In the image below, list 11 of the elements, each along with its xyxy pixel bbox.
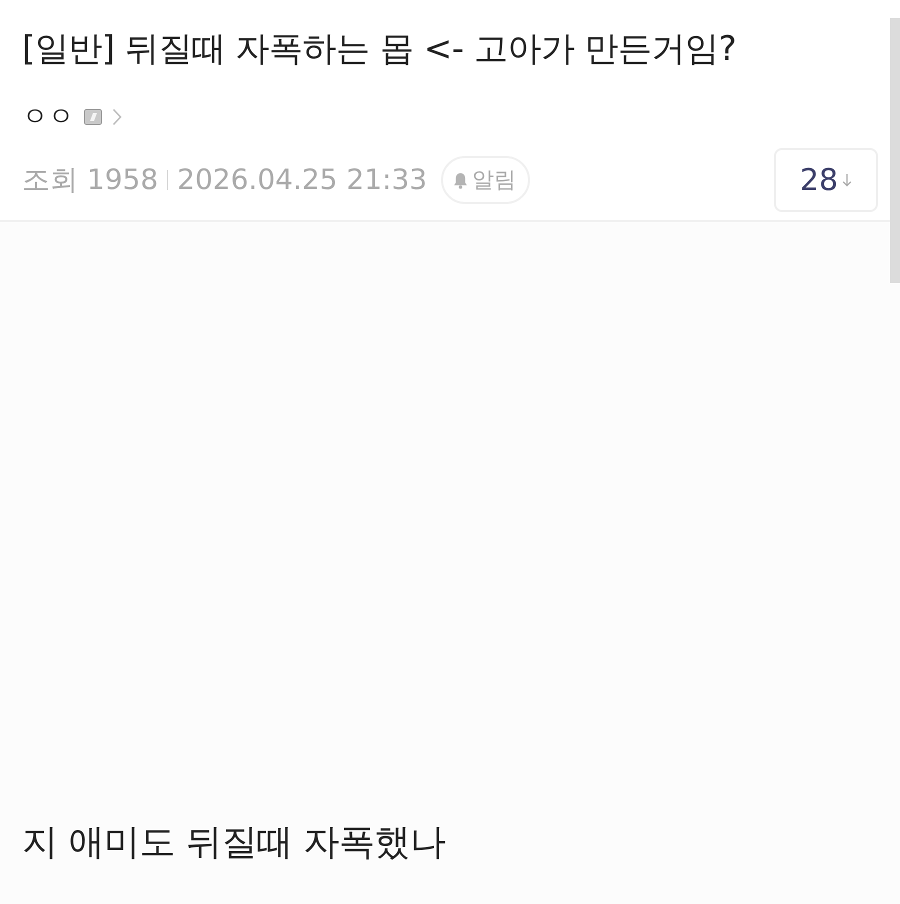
post-title: [일반] 뒤질때 자폭하는 몹 <- 고아가 만든거임? — [22, 28, 736, 71]
chevron-right-icon[interactable] — [112, 108, 122, 126]
post-date: 2026.04.25 21:33 — [177, 163, 428, 197]
post-body-text: 지 애미도 뒤질때 자폭했나 — [22, 821, 446, 865]
view-count: 조회 1958 — [22, 163, 158, 197]
nickname-badge-icon — [84, 109, 102, 125]
arrow-down-icon — [842, 173, 852, 187]
bell-icon — [453, 172, 468, 188]
scrollbar-thumb[interactable] — [890, 18, 900, 283]
author-name[interactable]: ㅇㅇ — [22, 102, 74, 132]
comment-count-button[interactable]: 28 — [774, 148, 878, 212]
